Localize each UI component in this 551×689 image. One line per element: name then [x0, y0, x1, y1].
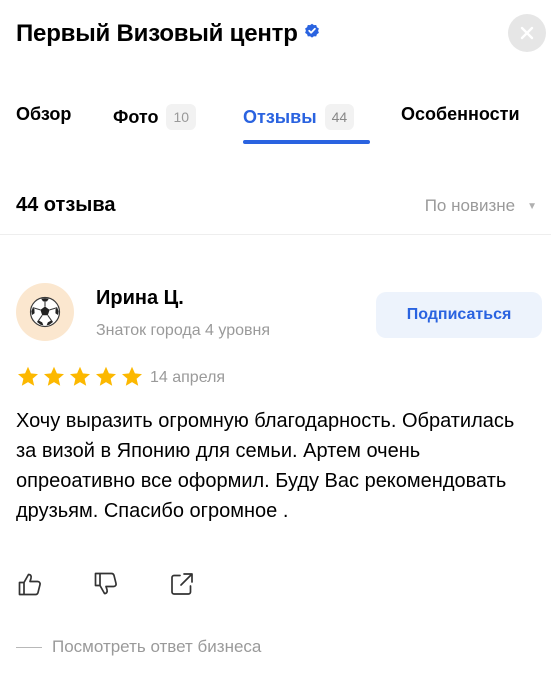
author-name[interactable]: Ирина Ц. — [96, 287, 184, 310]
sort-dropdown[interactable]: По новизне ▼ — [425, 196, 537, 216]
star-icon — [122, 366, 142, 386]
review-date: 14 апреля — [150, 369, 226, 386]
tab-label: Обзор — [16, 104, 72, 124]
sort-label: По новизне — [424, 196, 516, 215]
review-count: 44 отзыва — [16, 194, 116, 216]
rating-stars — [16, 365, 146, 389]
review-actions — [16, 570, 216, 600]
avatar[interactable] — [16, 283, 74, 341]
divider — [16, 646, 42, 648]
star-icon — [70, 366, 90, 386]
star-icon — [18, 366, 38, 386]
close-button[interactable] — [508, 14, 546, 52]
tab-features[interactable]: Особенности — [401, 104, 520, 125]
business-reply-link[interactable]: Посмотреть ответ бизнеса — [16, 637, 261, 657]
thumbs-up-icon — [18, 573, 41, 596]
star-icon — [96, 366, 116, 386]
dislike-button[interactable] — [92, 570, 120, 598]
organization-name: Первый Визовый центр — [16, 20, 298, 47]
header: Первый Визовый центр — [0, 0, 551, 72]
page-title: Первый Визовый центр — [16, 20, 320, 49]
share-button[interactable] — [168, 570, 196, 598]
tab-label: Фото — [113, 106, 159, 127]
tab-count-badge: 10 — [166, 104, 197, 130]
review-text: Хочу выразить огромную благодарность. Об… — [16, 410, 515, 522]
tab-bar: Обзор Фото 10 Отзывы 44 Особенности — [0, 98, 551, 146]
tab-overview[interactable]: Обзор — [16, 104, 71, 125]
verified-badge-icon — [304, 18, 320, 46]
reviews-summary: 44 отзыва По новизне ▼ — [0, 186, 551, 226]
review-card: Ирина Ц. Знаток города 4 уровня Подписат… — [0, 235, 551, 689]
tab-count-badge: 44 — [324, 104, 355, 130]
close-icon — [520, 26, 534, 40]
soccer-ball-icon — [29, 296, 61, 328]
business-reply-label: Посмотреть ответ бизнеса — [52, 637, 262, 656]
tab-label: Особенности — [401, 104, 520, 124]
subscribe-button[interactable]: Подписаться — [376, 292, 542, 338]
author-level: Знаток города 4 уровня — [96, 322, 271, 339]
star-icon — [44, 366, 64, 386]
tab-reviews[interactable]: Отзывы 44 — [243, 104, 355, 130]
active-tab-indicator — [243, 140, 370, 144]
tab-photo[interactable]: Фото 10 — [113, 104, 197, 130]
share-icon — [171, 573, 193, 595]
like-button[interactable] — [16, 570, 44, 598]
chevron-down-icon: ▼ — [527, 200, 537, 212]
tab-label: Отзывы — [243, 106, 317, 127]
thumbs-down-icon — [94, 572, 117, 595]
